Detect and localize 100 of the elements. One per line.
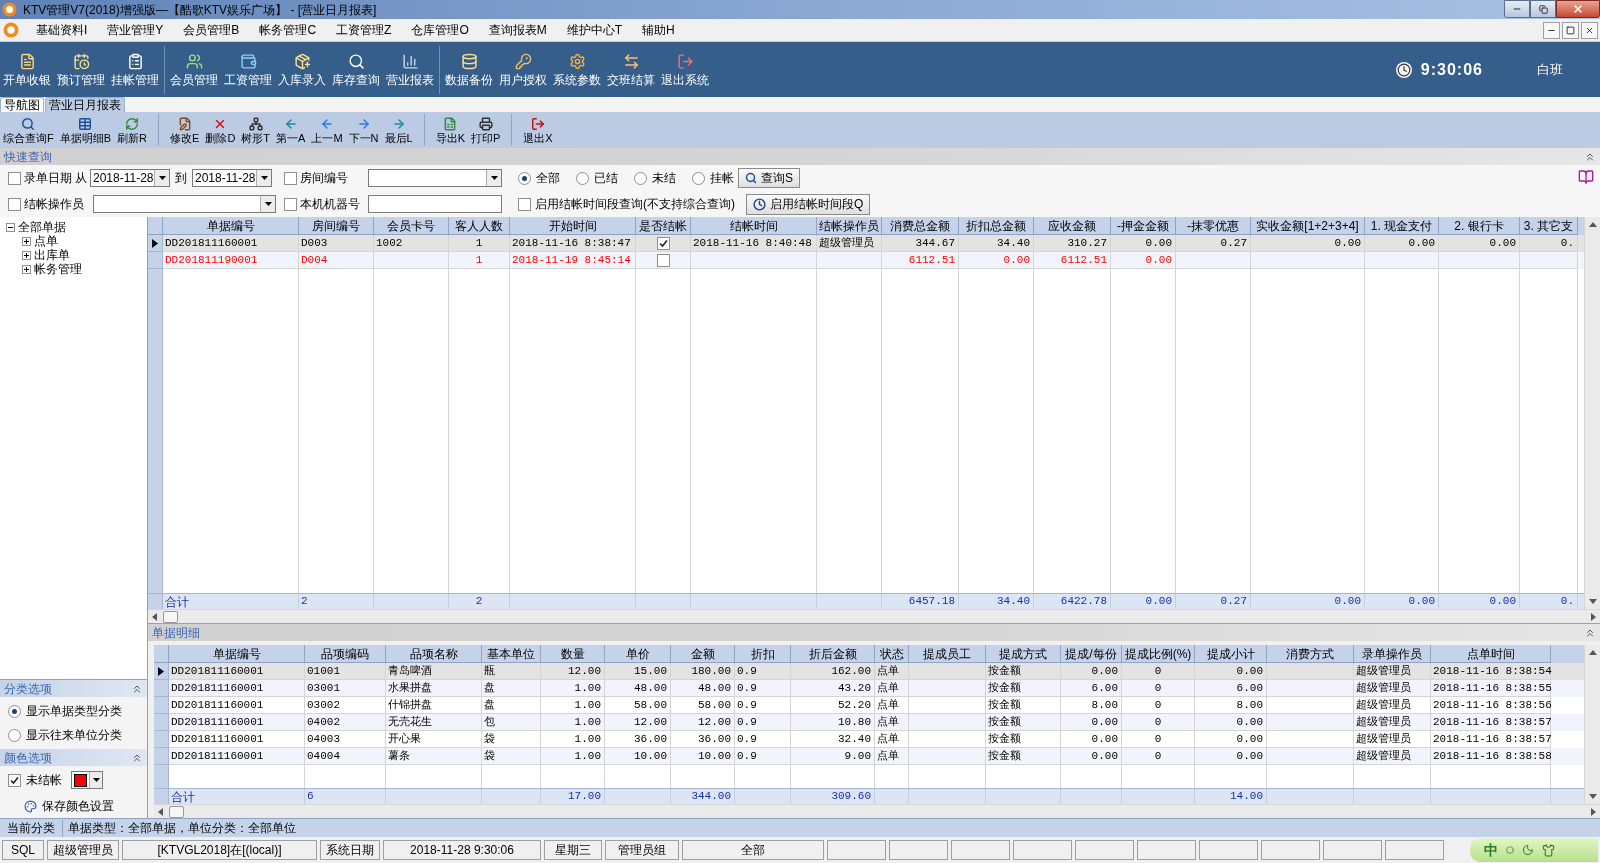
scroll-thumb[interactable] — [163, 610, 178, 623]
toolbar-button[interactable]: 用户授权 — [496, 45, 550, 94]
menu-item[interactable]: 营业管理Y — [100, 24, 171, 36]
tab[interactable]: 导航图 — [0, 97, 44, 112]
time-range-button[interactable]: 启用结帐时间段Q — [746, 193, 871, 215]
scrollbar[interactable] — [1584, 645, 1600, 804]
checkbox[interactable] — [284, 197, 297, 211]
toolbar-button[interactable]: 开单收银 — [0, 45, 54, 94]
dropdown[interactable] — [368, 169, 502, 187]
row-header[interactable] — [148, 235, 163, 252]
scrollbar[interactable] — [154, 804, 1600, 818]
radio-button[interactable] — [8, 704, 21, 718]
save-colors-button[interactable]: 保存颜色设置 — [24, 797, 114, 815]
date-picker[interactable]: 2018-11-28 — [90, 169, 170, 187]
minimize-button[interactable] — [1543, 21, 1560, 39]
toolbar-button[interactable]: 综合查询F — [0, 114, 57, 146]
toolbar-button[interactable]: 树形T — [238, 114, 274, 146]
menu-item[interactable]: 帐务管理C — [252, 24, 324, 36]
menu-item[interactable]: 工资管理Z — [329, 24, 399, 36]
scroll-left-icon[interactable] — [152, 612, 157, 621]
minimize-button[interactable] — [1504, 0, 1530, 18]
table-row[interactable]: DD201811160001 01001 青岛啤酒 瓶 12.00 15.00 180.00 0.9 162.00 点单 按金额 0.00 0 0.00 超级管理员 2018-11-16 8:38:54 — [154, 663, 1584, 680]
tab[interactable]: 营业日月报表 — [45, 97, 125, 112]
radio-label[interactable]: 挂帐 — [710, 169, 734, 187]
collapse-icon[interactable] — [6, 222, 15, 232]
toolbar-button[interactable]: 退出系统 — [658, 45, 712, 94]
toolbar-button[interactable]: 预订管理 — [54, 45, 108, 94]
expand-icon[interactable] — [22, 264, 31, 274]
scroll-down-icon[interactable] — [1588, 599, 1597, 604]
table-row[interactable]: DD201811160001 03001 水果拼盘 盘 1.00 48.00 48.00 0.9 43.20 点单 按金额 6.00 0 6.00 超级管理员 2018-11-16 8:38:55 — [154, 680, 1584, 697]
checkbox[interactable] — [518, 197, 531, 211]
toolbar-button[interactable]: 库存查询 — [329, 45, 383, 94]
toolbar-button[interactable]: 删除D — [202, 114, 239, 146]
toolbar-button[interactable]: 第一A — [273, 114, 309, 146]
scroll-up-icon[interactable] — [1588, 650, 1597, 655]
expand-icon[interactable] — [22, 250, 31, 260]
toolbar-button[interactable]: 数据备份 — [442, 45, 496, 94]
toolbar-button[interactable]: 上一M — [308, 114, 346, 146]
scrollbar[interactable] — [1584, 217, 1600, 609]
menu-item[interactable]: 会员管理B — [176, 24, 247, 36]
date-picker[interactable]: 2018-11-28 — [192, 169, 272, 187]
toolbar-button[interactable]: 最后L — [381, 114, 416, 146]
radio-button[interactable] — [576, 171, 589, 185]
input-field[interactable] — [368, 195, 502, 213]
toolbar-button[interactable]: 单据明细B — [56, 114, 115, 146]
toolbar-button[interactable]: 打印P — [468, 114, 504, 146]
dropdown[interactable] — [93, 195, 276, 213]
row-header[interactable] — [154, 663, 169, 680]
radio-label[interactable]: 全部 — [536, 169, 560, 187]
color-picker[interactable] — [71, 771, 103, 789]
query-button[interactable]: 查询S — [738, 168, 800, 188]
checkbox[interactable] — [656, 253, 670, 267]
radio-label[interactable]: 未结 — [652, 169, 676, 187]
tree-item[interactable]: 点单 — [34, 235, 58, 247]
checkbox-label[interactable]: 未结帐 — [26, 771, 62, 789]
maximize-button[interactable] — [1530, 0, 1556, 18]
checkbox[interactable] — [8, 773, 21, 787]
scroll-right-icon[interactable] — [1591, 807, 1596, 816]
ime-toolbar[interactable]: 中 — [1470, 838, 1598, 862]
radio-button[interactable] — [634, 171, 647, 185]
toolbar-button[interactable]: 下一N — [345, 114, 382, 146]
menu-item[interactable]: 查询报表M — [481, 24, 554, 36]
close-button[interactable] — [1556, 0, 1600, 18]
toolbar-button[interactable]: 导出K — [432, 114, 468, 146]
scroll-left-icon[interactable] — [158, 807, 163, 816]
scroll-thumb[interactable] — [169, 805, 184, 818]
table-row[interactable]: DD201811160001 D003 1002 1 2018-11-16 8:38:47 2018-11-16 8:40:48 超级管理员 344.67 34.40 310.27 0.00 0.27 0.00 0.00 0.00 0. — [148, 235, 1584, 252]
menu-item[interactable]: 基础资料I — [29, 24, 95, 36]
book-icon[interactable] — [1578, 169, 1594, 185]
toolbar-button[interactable]: 退出X — [520, 114, 556, 146]
radio-label[interactable]: 显示单据类型分类 — [26, 702, 122, 720]
checkbox[interactable] — [8, 171, 21, 185]
toolbar-button[interactable]: 工资管理 — [221, 45, 275, 94]
radio-label[interactable]: 显示往来单位分类 — [26, 726, 122, 744]
radio-button[interactable] — [518, 171, 531, 185]
checkbox[interactable] — [8, 197, 21, 211]
toolbar-button[interactable]: 交班结算 — [604, 45, 658, 94]
menu-item[interactable]: 维护中心T — [559, 24, 630, 36]
checkbox[interactable] — [656, 236, 670, 250]
menu-item[interactable]: 仓库管理O — [404, 24, 476, 36]
checkbox[interactable] — [284, 171, 297, 185]
scroll-right-icon[interactable] — [1591, 612, 1596, 621]
radio-button[interactable] — [692, 171, 705, 185]
tree-item[interactable]: 全部单据 — [18, 221, 66, 233]
tree-item[interactable]: 出库单 — [34, 249, 70, 261]
toolbar-button[interactable]: 系统参数 — [550, 45, 604, 94]
radio-button[interactable] — [8, 728, 21, 742]
checkbox-label[interactable]: 启用结帐时间段查询(不支持综合查询) — [535, 195, 735, 213]
toolbar-button[interactable]: 挂帐管理 — [108, 45, 162, 94]
scroll-up-icon[interactable] — [1588, 222, 1597, 227]
table-row[interactable]: DD201811160001 04002 无壳花生 包 1.00 12.00 12.00 0.9 10.80 点单 按金额 0.00 0 0.00 超级管理员 2018-11-16 8:38:57 — [154, 714, 1584, 731]
expand-icon[interactable] — [22, 236, 31, 246]
radio-label[interactable]: 已结 — [594, 169, 618, 187]
toolbar-button[interactable]: 入库录入 — [275, 45, 329, 94]
scrollbar[interactable] — [148, 609, 1600, 623]
toolbar-button[interactable]: 营业报表 — [383, 45, 437, 94]
scroll-down-icon[interactable] — [1588, 794, 1597, 799]
table-row[interactable]: DD201811190001 D004 1 2018-11-19 8:45:14 6112.51 0.00 6112.51 0.00 — [148, 252, 1584, 269]
close-button[interactable] — [1581, 21, 1598, 39]
table-row[interactable]: DD201811160001 04004 薯条 袋 1.00 10.00 10.00 0.9 9.00 点单 按金额 0.00 0 0.00 超级管理员 2018-11-16 8:38:58 — [154, 748, 1584, 765]
